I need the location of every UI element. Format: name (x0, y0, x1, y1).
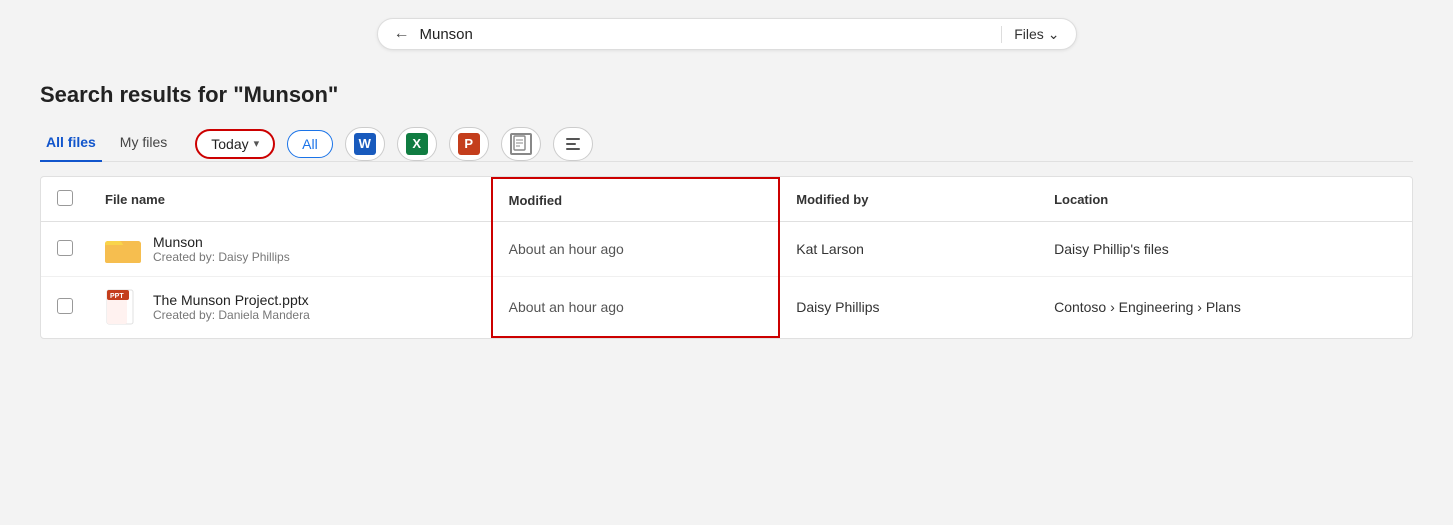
search-filter-label: Files (1014, 26, 1044, 42)
row-2-modified: About an hour ago (492, 277, 780, 338)
more-filter-pill[interactable] (553, 127, 593, 161)
col-header-modified: Modified (492, 178, 780, 222)
page-heading: Search results for "Munson" (40, 82, 1413, 108)
tab-my-files[interactable]: My files (114, 126, 173, 162)
file-info-2: PPT The Munson Project.pptx Created by: … (105, 289, 475, 325)
row-2-filename: PPT The Munson Project.pptx Created by: … (89, 277, 492, 338)
file-created-by-1: Created by: Daisy Phillips (153, 250, 290, 264)
col-header-location: Location (1038, 178, 1412, 222)
back-icon[interactable]: ← (394, 25, 410, 43)
excel-icon: X (406, 133, 428, 155)
word-filter-pill[interactable]: W (345, 127, 385, 161)
pdf-filter-pill[interactable] (501, 127, 541, 161)
row-1-checkbox[interactable] (57, 240, 73, 256)
file-name-1: Munson (153, 234, 290, 250)
row-checkbox-1[interactable] (41, 222, 89, 277)
row-2-modified-by: Daisy Phillips (779, 277, 1038, 338)
table-header-row: File name Modified Modified by Location (41, 178, 1412, 222)
results-table-wrap: File name Modified Modified by Location (40, 176, 1413, 339)
row-1-location: Daisy Phillip's files (1038, 222, 1412, 277)
tab-all-files[interactable]: All files (40, 126, 102, 162)
search-filter-dropdown[interactable]: Files ⌄ (1001, 26, 1059, 43)
row-1-modified: About an hour ago (492, 222, 780, 277)
table-row[interactable]: PPT The Munson Project.pptx Created by: … (41, 277, 1412, 338)
col-header-filename: File name (89, 178, 492, 222)
date-filter-chevron: ▾ (254, 137, 260, 150)
file-created-by-2: Created by: Daniela Mandera (153, 308, 310, 322)
ppt-icon: P (458, 133, 480, 155)
search-filter-chevron: ⌄ (1048, 26, 1060, 43)
date-filter-label: Today (211, 136, 248, 152)
file-name-block-1: Munson Created by: Daisy Phillips (153, 234, 290, 264)
select-all-checkbox[interactable] (57, 190, 73, 206)
search-input[interactable] (420, 26, 994, 43)
date-filter-button[interactable]: Today ▾ (195, 129, 275, 159)
file-name-block-2: The Munson Project.pptx Created by: Dani… (153, 292, 310, 322)
ppt-filter-pill[interactable]: P (449, 127, 489, 161)
row-2-location: Contoso › Engineering › Plans (1038, 277, 1412, 338)
table-row[interactable]: Munson Created by: Daisy Phillips About … (41, 222, 1412, 277)
file-info-1: Munson Created by: Daisy Phillips (105, 234, 475, 264)
file-name-2: The Munson Project.pptx (153, 292, 310, 308)
all-filter-pill[interactable]: All (287, 130, 333, 158)
row-2-checkbox[interactable] (57, 298, 73, 314)
pptx-file-icon: PPT (105, 289, 141, 325)
folder-icon (105, 234, 141, 264)
row-checkbox-2[interactable] (41, 277, 89, 338)
row-1-filename: Munson Created by: Daisy Phillips (89, 222, 492, 277)
row-1-modified-by: Kat Larson (779, 222, 1038, 277)
more-filter-icon (566, 138, 580, 150)
search-box[interactable]: ← Files ⌄ (377, 18, 1077, 50)
col-header-modified-by: Modified by (779, 178, 1038, 222)
all-filter-label: All (302, 136, 318, 152)
excel-filter-pill[interactable]: X (397, 127, 437, 161)
main-content: Search results for "Munson" All files My… (0, 60, 1453, 359)
tabs-row: All files My files Today ▾ All W X P (40, 126, 1413, 162)
top-bar: ← Files ⌄ (0, 0, 1453, 60)
svg-text:PPT: PPT (110, 293, 124, 300)
word-icon: W (354, 133, 376, 155)
col-header-checkbox[interactable] (41, 178, 89, 222)
pdf-icon (510, 133, 532, 155)
results-table: File name Modified Modified by Location (41, 177, 1412, 338)
